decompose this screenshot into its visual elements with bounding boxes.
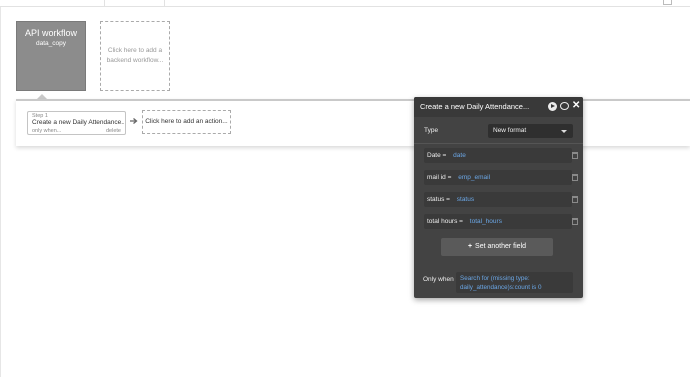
trash-icon[interactable]: [572, 196, 578, 203]
type-select[interactable]: New format: [488, 124, 573, 138]
field-equals: =: [459, 218, 463, 225]
field-equals: =: [442, 152, 447, 159]
field-row-date[interactable]: Date = date: [424, 148, 572, 163]
only-when-label: Only when: [423, 276, 454, 283]
comment-icon[interactable]: [560, 102, 569, 110]
type-label: Type: [424, 127, 439, 134]
panel-header: Create a new Daily Attendance... ✕: [414, 97, 583, 117]
workflow-subtitle: data_copy: [36, 40, 66, 47]
field-row-total-hours[interactable]: total hours = total_hours: [424, 214, 572, 229]
field-value[interactable]: date: [453, 152, 466, 159]
field-name: mail id: [427, 174, 446, 181]
close-icon[interactable]: ✕: [572, 100, 580, 112]
api-workflow-card[interactable]: API workflow data_copy: [16, 21, 86, 91]
field-row-mail-id[interactable]: mail id = emp_email: [424, 170, 572, 185]
field-equals: =: [446, 196, 450, 203]
field-name: total hours: [427, 218, 458, 225]
step-only-when-link[interactable]: only when...: [32, 128, 61, 134]
add-action-button[interactable]: Click here to add an action...: [142, 110, 231, 134]
type-select-value: New format: [493, 127, 527, 134]
chevron-down-icon: [561, 130, 567, 133]
set-another-label: Set another field: [475, 243, 527, 250]
trash-icon[interactable]: [572, 152, 578, 159]
field-row-status[interactable]: status = status: [424, 192, 572, 207]
trash-icon[interactable]: [572, 218, 578, 225]
panel-divider: [414, 143, 583, 144]
play-icon[interactable]: [548, 102, 557, 111]
toolbar-icon: [663, 0, 672, 5]
field-name: status: [427, 196, 445, 203]
toolbar-segment: [0, 0, 105, 7]
field-value[interactable]: status: [457, 196, 474, 203]
add-backend-label: Click here to add a backend workflow...: [106, 47, 164, 64]
field-value[interactable]: emp_email: [458, 174, 490, 181]
field-name: Date: [427, 152, 441, 159]
workflow-title: API workflow: [24, 28, 77, 38]
property-editor-panel: Create a new Daily Attendance... ✕ Type …: [414, 97, 583, 298]
step-name: Create a new Daily Attendance...: [32, 119, 124, 126]
trash-icon[interactable]: [572, 174, 578, 181]
only-when-expression-text: Search for (missing type: daily_attendan…: [460, 275, 542, 291]
field-value[interactable]: total_hours: [470, 218, 502, 225]
only-when-expression[interactable]: Search for (missing type: daily_attendan…: [456, 272, 573, 293]
plus-icon: +: [467, 243, 473, 250]
step-delete-link[interactable]: delete: [106, 128, 121, 134]
top-toolbar: [0, 0, 690, 7]
toolbar-segment: [105, 0, 165, 7]
canvas-border: [0, 7, 1, 377]
step-card[interactable]: Step 1 Create a new Daily Attendance... …: [27, 111, 126, 135]
set-another-field-button[interactable]: + Set another field: [441, 238, 553, 256]
field-equals: =: [447, 174, 452, 181]
arrow-right-icon: [130, 118, 138, 124]
add-action-label: Click here to add an action...: [145, 118, 228, 125]
add-backend-workflow-button[interactable]: Click here to add a backend workflow...: [100, 21, 170, 91]
panel-title: Create a new Daily Attendance...: [420, 102, 530, 111]
